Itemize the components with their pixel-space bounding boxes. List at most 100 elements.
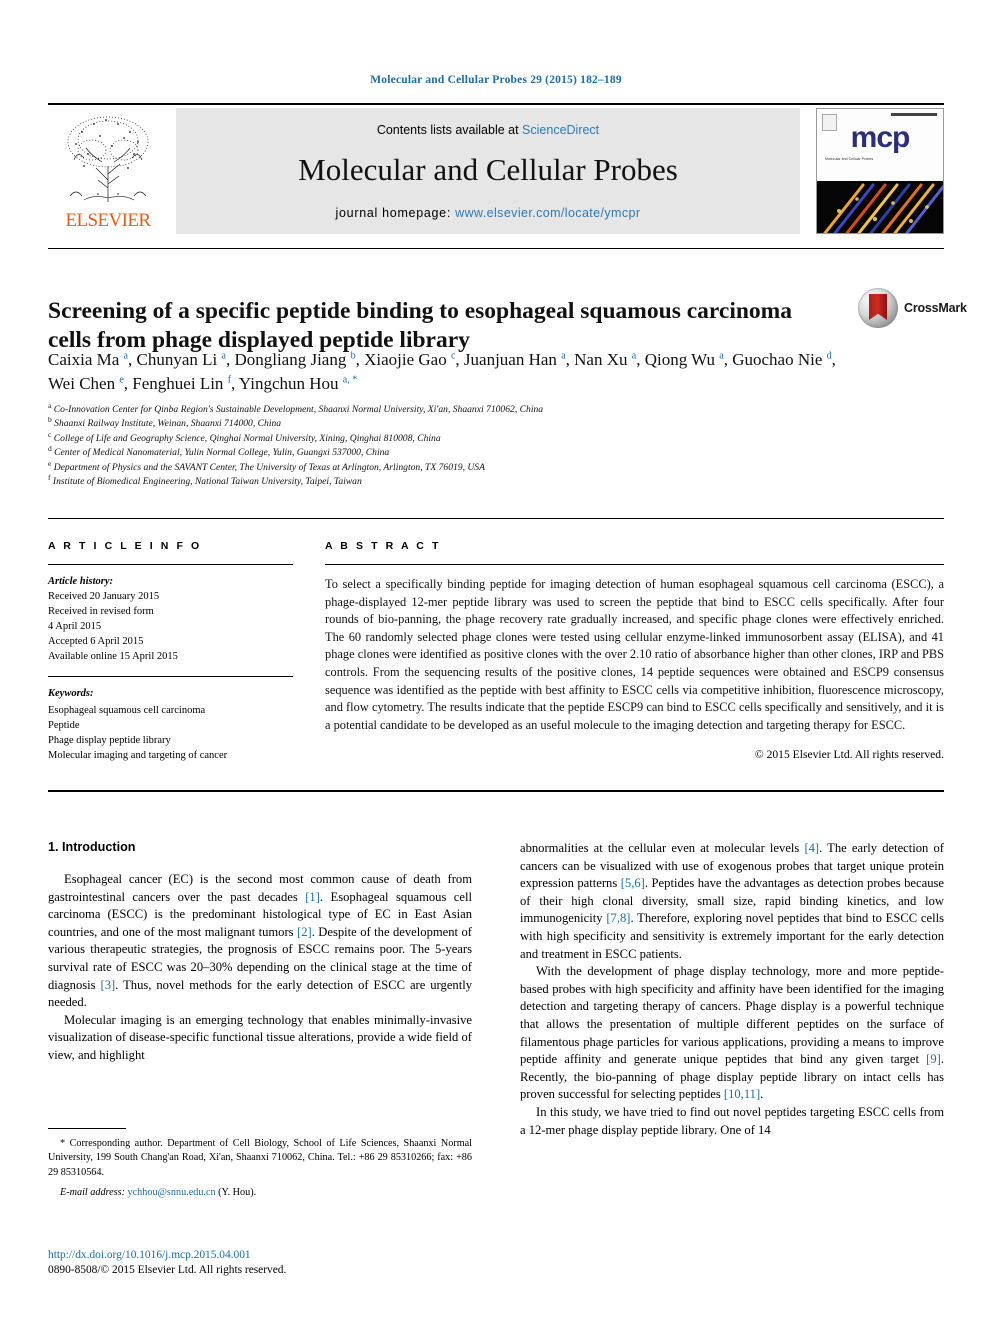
abstract-column: A B S T R A C T To select a specifically… xyxy=(325,540,944,761)
abstract-rule xyxy=(325,564,944,565)
author-affiliation-marker: a xyxy=(221,350,226,362)
info-abstract-bottom-rule xyxy=(48,790,944,792)
footer-block: http://dx.doi.org/10.1016/j.mcp.2015.04.… xyxy=(48,1248,548,1278)
article-info-column: A R T I C L E I N F O Article history: R… xyxy=(48,540,293,763)
crossmark-ribbon-icon xyxy=(869,294,887,320)
affiliation-line: b Shaanxi Railway Institute, Weinan, Sha… xyxy=(48,415,282,430)
page-title: Screening of a specific peptide binding … xyxy=(48,297,793,353)
citation-link[interactable]: [9] xyxy=(926,1052,941,1066)
citation-link[interactable]: [2] xyxy=(297,925,312,939)
article-history-line: Accepted 6 April 2015 xyxy=(48,636,144,647)
author-affiliation-marker: a xyxy=(123,350,128,362)
article-header-rule xyxy=(48,248,944,249)
journal-homepage-line: journal homepage: www.elsevier.com/locat… xyxy=(176,206,800,220)
citation-link[interactable]: [5,6] xyxy=(621,876,645,890)
email-suffix: (Y. Hou). xyxy=(215,1187,257,1199)
keywords-lines: Esophageal squamous cell carcinoma Peptid… xyxy=(48,703,293,763)
author-name: Nan Xu xyxy=(574,350,632,369)
article-history-lines: Received 20 January 2015 Received in revi… xyxy=(48,589,293,664)
cover-subtitle: Molecular and Cellular Probes xyxy=(825,157,874,161)
intro-right-paragraphs: abnormalities at the cellular even at mo… xyxy=(520,840,944,1139)
abstract-heading: A B S T R A C T xyxy=(325,540,441,552)
body-paragraph: abnormalities at the cellular even at mo… xyxy=(520,841,944,961)
homepage-prefix: journal homepage: xyxy=(335,206,456,220)
citation-link[interactable]: [4] xyxy=(804,841,819,855)
citation-link[interactable]: [7,8] xyxy=(606,911,630,925)
keyword-item: Peptide xyxy=(48,720,80,731)
sciencedirect-link[interactable]: ScienceDirect xyxy=(522,123,599,137)
homepage-url-link[interactable]: www.elsevier.com/locate/ymcpr xyxy=(455,206,640,220)
body-column-right: abnormalities at the cellular even at mo… xyxy=(520,840,944,1139)
author-affiliation-marker: a, * xyxy=(342,374,358,386)
article-info-rule xyxy=(48,564,293,565)
crossmark-badge[interactable]: CrossMark xyxy=(858,288,967,330)
affiliation-line: c College of Life and Geography Science,… xyxy=(48,429,441,444)
email-label: E-mail address: xyxy=(60,1187,125,1199)
footnote-block: * Corresponding author. Department of Ce… xyxy=(48,1128,472,1201)
contents-prefix: Contents lists available at xyxy=(376,123,523,137)
body-column-left: 1. Introduction Esophageal cancer (EC) i… xyxy=(48,840,472,1065)
article-history-label: Article history: xyxy=(48,576,114,587)
citation-link[interactable]: [3] xyxy=(101,978,116,992)
intro-left-paragraphs: Esophageal cancer (EC) is the second mos… xyxy=(48,871,472,1065)
body-paragraph: Esophageal cancer (EC) is the second mos… xyxy=(48,872,472,1010)
paper-page: Molecular and Cellular Probes 29 (2015) … xyxy=(0,0,992,1323)
author-name: Chunyan Li xyxy=(136,350,222,369)
article-history-line: Received in revised form xyxy=(48,606,154,617)
abstract-copyright: © 2015 Elsevier Ltd. All rights reserved… xyxy=(754,748,944,762)
affiliation-line: a Co-Innovation Center for Qinba Region'… xyxy=(48,400,544,415)
info-abstract-top-rule xyxy=(48,518,944,519)
running-head: Molecular and Cellular Probes 29 (2015) … xyxy=(370,74,622,86)
journal-band: Contents lists available at ScienceDirec… xyxy=(176,108,800,234)
corresponding-author-note: * Corresponding author. Department of Ce… xyxy=(48,1138,472,1178)
author-name: Yingchun Hou xyxy=(238,374,343,393)
author-affiliation-marker: b xyxy=(350,350,356,362)
doi-link[interactable]: http://dx.doi.org/10.1016/j.mcp.2015.04.… xyxy=(48,1248,548,1263)
body-paragraph: In this study, we have tried to find out… xyxy=(520,1104,944,1137)
author-affiliation-marker: d xyxy=(826,350,832,362)
author-affiliation-marker: f xyxy=(227,374,232,386)
author-affiliation-marker: a xyxy=(719,350,724,362)
crossmark-disc-icon xyxy=(858,288,898,328)
author-name: Qiong Wu xyxy=(644,350,720,369)
author-name: Dongliang Jiang xyxy=(234,350,351,369)
affiliation-line: d Center of Medical Nanomaterial, Yulin … xyxy=(48,444,390,459)
elsevier-tree-icon xyxy=(54,110,162,206)
citation-link[interactable]: [10,11] xyxy=(724,1087,760,1101)
issn-copyright-line: 0890-8508/© 2015 Elsevier Ltd. All right… xyxy=(48,1264,287,1276)
elsevier-wordmark: ELSEVIER xyxy=(65,210,152,231)
article-history-line: 4 April 2015 xyxy=(48,621,102,632)
author-affiliation-marker: c xyxy=(450,350,456,362)
article-history-line: Received 20 January 2015 xyxy=(48,591,160,602)
abstract-text: To select a specifically binding peptide… xyxy=(325,577,944,732)
author-affiliation-marker: a xyxy=(561,350,566,362)
keyword-item: Molecular imaging and targeting of cance… xyxy=(48,750,228,761)
keyword-item: Esophageal squamous cell carcinoma xyxy=(48,705,206,716)
section-heading-introduction: 1. Introduction xyxy=(48,840,136,854)
author-name: Juanjuan Han xyxy=(463,350,562,369)
footnote-rule xyxy=(48,1128,126,1129)
email-link[interactable]: ychhou@snnu.edu.cn xyxy=(128,1187,216,1198)
citation-link[interactable]: [1] xyxy=(305,890,320,904)
affiliation-line: e Department of Physics and the SAVANT C… xyxy=(48,458,485,473)
author-affiliation-marker: e xyxy=(119,374,124,386)
affiliation-line: f Institute of Biomedical Engineering, N… xyxy=(48,472,362,488)
keyword-item: Phage display peptide library xyxy=(48,735,171,746)
body-paragraph: Molecular imaging is an emerging technol… xyxy=(48,1012,472,1062)
author-name: Wei Chen xyxy=(48,374,120,393)
body-columns: 1. Introduction Esophageal cancer (EC) i… xyxy=(48,840,944,1270)
article-history-line: Available online 15 April 2015 xyxy=(48,651,178,662)
elsevier-logo: ELSEVIER xyxy=(48,108,168,234)
affiliation-list: a Co-Innovation Center for Qinba Region'… xyxy=(48,400,848,489)
masthead-top-rule xyxy=(48,103,944,105)
author-list: Caixia Ma a, Chunyan Li a, Dongliang Jia… xyxy=(48,350,836,393)
author-name: Fenghuei Lin xyxy=(132,374,228,393)
keywords-label: Keywords: xyxy=(48,688,94,699)
email-note: E-mail address: ychhou@snnu.edu.cn (Y. H… xyxy=(48,1186,472,1200)
journal-title: Molecular and Cellular Probes xyxy=(298,152,678,187)
cover-image-panel xyxy=(817,180,943,233)
mcp-logo: mcp xyxy=(850,121,911,154)
body-paragraph: With the development of phage display te… xyxy=(520,964,944,1102)
cover-top-bar xyxy=(891,113,937,116)
crossmark-label: CrossMark xyxy=(904,301,967,315)
